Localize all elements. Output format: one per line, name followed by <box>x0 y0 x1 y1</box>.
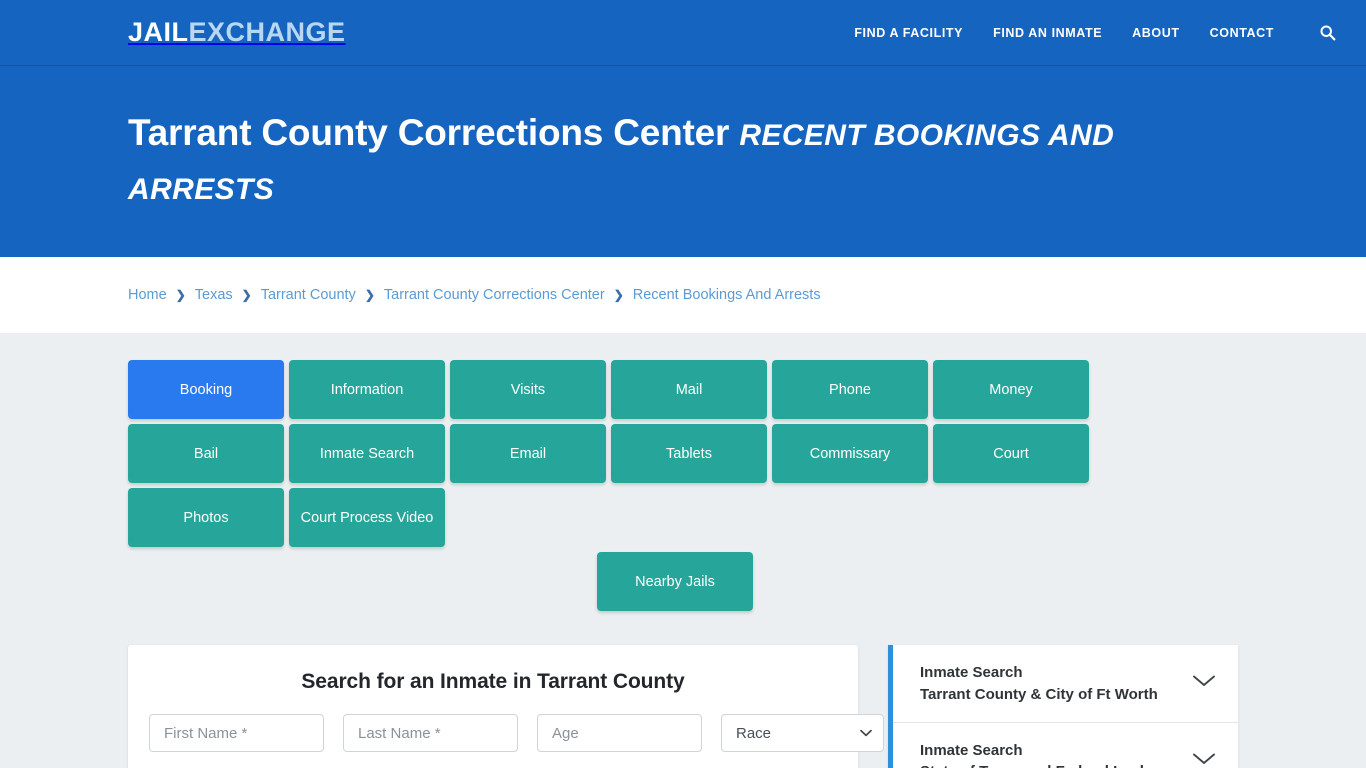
nav-item-contact[interactable]: CONTACT <box>1210 26 1274 40</box>
site-logo[interactable]: JAILEXCHANGE <box>128 19 346 46</box>
chevron-down-icon[interactable] <box>1192 674 1216 693</box>
breadcrumb-item-texas[interactable]: Texas <box>195 287 233 303</box>
breadcrumb-item-home[interactable]: Home <box>128 287 167 303</box>
page-hero: Tarrant County Corrections Center RECENT… <box>0 66 1366 258</box>
tab-photos[interactable]: Photos <box>128 488 284 548</box>
tab-information[interactable]: Information <box>289 360 445 420</box>
search-icon[interactable] <box>1316 22 1338 44</box>
breadcrumb-bar: Home ❯ Texas ❯ Tarrant County ❯ Tarrant … <box>0 257 1366 334</box>
breadcrumb-item-corrections-center[interactable]: Tarrant County Corrections Center <box>384 287 605 303</box>
race-select-wrapper: Race <box>721 714 884 753</box>
breadcrumb-separator-icon: ❯ <box>241 288 252 303</box>
sidebar-accordion: Inmate Search Tarrant County & City of F… <box>888 645 1238 768</box>
first-name-input[interactable] <box>149 714 324 753</box>
breadcrumb-separator-icon: ❯ <box>613 288 624 303</box>
inmate-search-fields: Race <box>148 714 884 753</box>
main-navigation: FIND A FACILITY FIND AN INMATE ABOUT CON… <box>854 22 1338 44</box>
lower-content: Search for an Inmate in Tarrant County R… <box>0 611 1366 768</box>
age-input[interactable] <box>537 714 702 753</box>
tab-commissary[interactable]: Commissary <box>772 424 928 484</box>
page-title-facility: Tarrant County Corrections Center <box>128 112 730 153</box>
accordion-line1: Inmate Search <box>920 741 1023 759</box>
breadcrumb-separator-icon: ❯ <box>175 288 186 303</box>
inmate-search-card: Search for an Inmate in Tarrant County R… <box>128 645 884 768</box>
nav-item-about[interactable]: ABOUT <box>1132 26 1179 40</box>
chevron-down-icon[interactable] <box>1192 752 1216 768</box>
accordion-item-text: Inmate Search Tarrant County & City of F… <box>920 662 1158 705</box>
accordion-line2: State of Texas and Federal Lockups <box>920 761 1175 768</box>
accordion-line1: Inmate Search <box>920 664 1023 682</box>
accordion-line2: Tarrant County & City of Ft Worth <box>920 685 1158 703</box>
tab-nearby-jails[interactable]: Nearby Jails <box>597 552 753 612</box>
facility-tab-grid-last-row: Nearby Jails <box>128 552 1222 612</box>
tab-visits[interactable]: Visits <box>450 360 606 420</box>
tab-tablets[interactable]: Tablets <box>611 424 767 484</box>
tab-bail[interactable]: Bail <box>128 424 284 484</box>
tab-court-process-video[interactable]: Court Process Video <box>289 488 445 548</box>
tab-email[interactable]: Email <box>450 424 606 484</box>
facility-tab-grid: Booking Information Visits Mail Phone Mo… <box>128 360 1222 548</box>
nav-item-find-a-facility[interactable]: FIND A FACILITY <box>854 26 963 40</box>
logo-primary-text: JAIL <box>128 17 189 47</box>
accordion-item-text: Inmate Search State of Texas and Federal… <box>920 740 1175 768</box>
tab-money[interactable]: Money <box>933 360 1089 420</box>
logo-secondary-text: EXCHANGE <box>188 17 346 47</box>
nav-item-find-an-inmate[interactable]: FIND AN INMATE <box>993 26 1102 40</box>
site-header: JAILEXCHANGE FIND A FACILITY FIND AN INM… <box>0 0 1366 66</box>
facility-tabs-area: Booking Information Visits Mail Phone Mo… <box>0 333 1366 612</box>
breadcrumb-separator-icon: ❯ <box>364 288 375 303</box>
inmate-search-heading: Search for an Inmate in Tarrant County <box>301 670 685 694</box>
breadcrumb-item-tarrant-county[interactable]: Tarrant County <box>261 287 356 303</box>
race-select[interactable]: Race <box>721 714 884 753</box>
accordion-item-inmate-search-county[interactable]: Inmate Search Tarrant County & City of F… <box>893 645 1238 723</box>
accordion-item-inmate-search-state[interactable]: Inmate Search State of Texas and Federal… <box>893 723 1238 768</box>
tab-phone[interactable]: Phone <box>772 360 928 420</box>
page-title: Tarrant County Corrections Center RECENT… <box>128 106 1238 213</box>
tab-court[interactable]: Court <box>933 424 1089 484</box>
breadcrumb: Home ❯ Texas ❯ Tarrant County ❯ Tarrant … <box>128 287 821 303</box>
tab-booking[interactable]: Booking <box>128 360 284 420</box>
last-name-input[interactable] <box>343 714 518 753</box>
tab-mail[interactable]: Mail <box>611 360 767 420</box>
tab-inmate-search[interactable]: Inmate Search <box>289 424 445 484</box>
breadcrumb-item-recent-bookings[interactable]: Recent Bookings And Arrests <box>633 287 821 303</box>
